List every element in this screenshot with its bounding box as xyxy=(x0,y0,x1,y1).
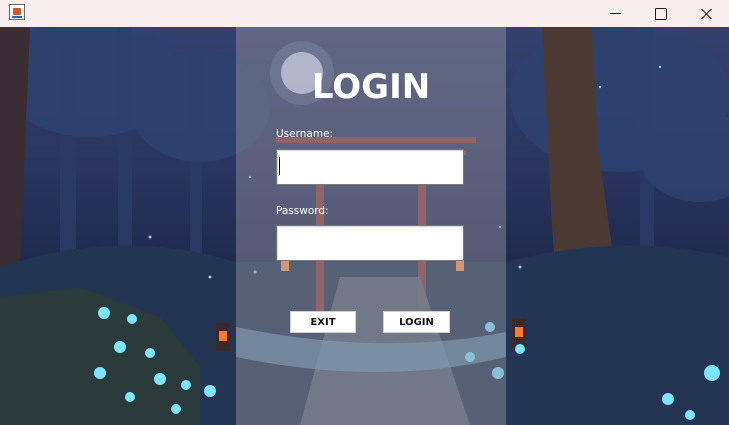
maximize-button[interactable] xyxy=(638,0,684,27)
login-button[interactable]: LOGIN xyxy=(383,311,450,333)
exit-button[interactable]: EXIT xyxy=(290,311,356,333)
password-field[interactable] xyxy=(276,225,464,261)
username-field[interactable] xyxy=(276,149,464,185)
close-button[interactable] xyxy=(684,0,729,27)
login-title: LOGIN xyxy=(311,67,431,107)
text-caret xyxy=(279,157,280,175)
login-panel: LOGIN Username: Password: EXIT LOGIN xyxy=(236,27,506,425)
minimize-button[interactable] xyxy=(592,0,638,27)
forest-background: LOGIN Username: Password: EXIT LOGIN xyxy=(0,27,729,425)
java-app-icon[interactable] xyxy=(9,4,25,20)
minimize-icon xyxy=(609,13,621,14)
maximize-icon xyxy=(655,7,667,20)
password-label: Password: xyxy=(276,205,329,217)
close-icon xyxy=(701,8,713,20)
username-label: Username: xyxy=(276,128,334,140)
title-bar xyxy=(0,0,729,27)
